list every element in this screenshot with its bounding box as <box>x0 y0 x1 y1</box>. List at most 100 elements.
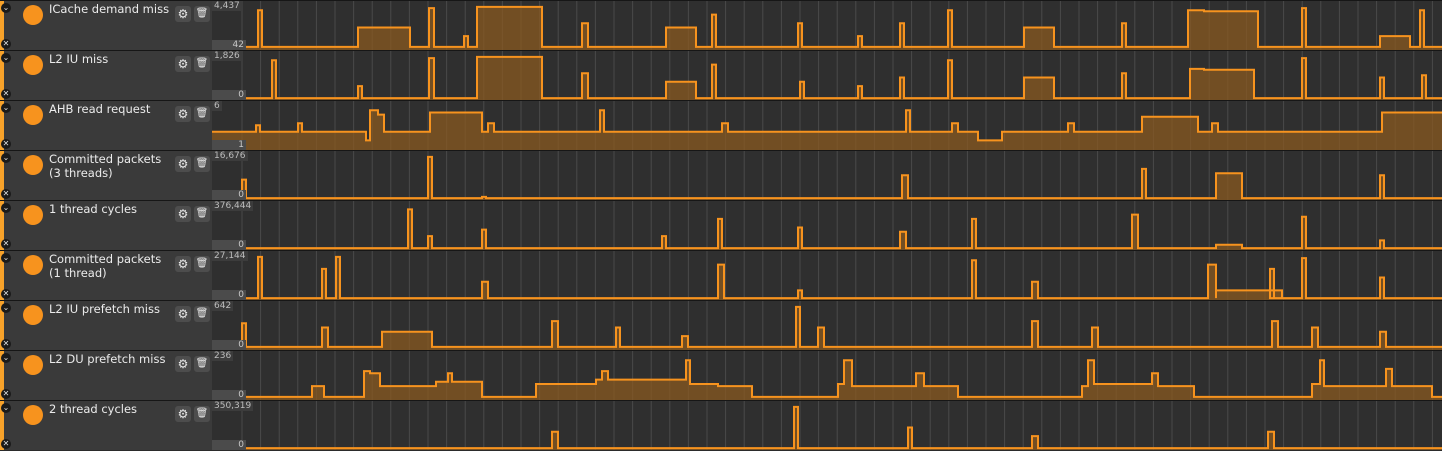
track-color-swatch[interactable] <box>23 255 43 275</box>
counter-line <box>212 155 1442 200</box>
track-color-swatch[interactable] <box>23 105 43 125</box>
counter-graph <box>212 151 1442 200</box>
trash-icon[interactable]: 🗑 <box>194 106 210 122</box>
track-color-swatch[interactable] <box>23 355 43 375</box>
chevron-down-icon[interactable]: ⌄ <box>1 3 11 13</box>
chevron-down-icon[interactable]: ⌄ <box>1 303 11 313</box>
track-header: ⌄ ✕ L2 IU miss ⚙ 🗑 <box>0 51 212 100</box>
counter-graph <box>212 1 1442 50</box>
counter-line <box>212 405 1442 450</box>
min-value-label: 0 <box>212 240 246 250</box>
min-value-label: 0 <box>212 290 246 300</box>
track-name: L2 DU prefetch miss <box>49 352 166 366</box>
counter-track: ⌄ ✕ AHB read request ⚙ 🗑 6 1 <box>0 100 1442 150</box>
counter-graph <box>212 101 1442 150</box>
chevron-down-icon[interactable]: ⌄ <box>1 103 11 113</box>
counter-plot[interactable]: 1,826 0 <box>212 51 1442 100</box>
close-icon[interactable]: ✕ <box>1 89 11 99</box>
counter-area <box>212 56 1442 100</box>
trash-icon[interactable]: 🗑 <box>194 306 210 322</box>
track-header: ⌄ ✕ L2 DU prefetch miss ⚙ 🗑 <box>0 351 212 400</box>
gear-icon[interactable]: ⚙ <box>175 306 191 322</box>
max-value-label: 376,444 <box>212 201 254 211</box>
max-value-label: 1,826 <box>212 51 242 61</box>
counter-track: ⌄ ✕ 2 thread cycles ⚙ 🗑 350,319 0 <box>0 400 1442 450</box>
counter-plot[interactable]: 350,319 0 <box>212 401 1442 450</box>
gear-icon[interactable]: ⚙ <box>175 206 191 222</box>
chevron-down-icon[interactable]: ⌄ <box>1 53 11 63</box>
close-icon[interactable]: ✕ <box>1 439 11 449</box>
chevron-down-icon[interactable]: ⌄ <box>1 203 11 213</box>
max-value-label: 6 <box>212 101 222 111</box>
track-color-swatch[interactable] <box>23 55 43 75</box>
chevron-down-icon[interactable]: ⌄ <box>1 353 11 363</box>
track-header: ⌄ ✕ AHB read request ⚙ 🗑 <box>0 101 212 150</box>
gear-icon[interactable]: ⚙ <box>175 6 191 22</box>
gear-icon[interactable]: ⚙ <box>175 156 191 172</box>
counter-plot[interactable]: 642 0 <box>212 301 1442 350</box>
counter-track: ⌄ ✕ 1 thread cycles ⚙ 🗑 376,444 0 <box>0 200 1442 250</box>
counter-area <box>212 156 1442 200</box>
chevron-down-icon[interactable]: ⌄ <box>1 403 11 413</box>
close-icon[interactable]: ✕ <box>1 39 11 49</box>
counter-track: ⌄ ✕ Committed packets (3 threads) ⚙ 🗑 16,676 0 <box>0 150 1442 200</box>
gear-icon[interactable]: ⚙ <box>175 356 191 372</box>
counter-plot[interactable]: 4,437 42 <box>212 1 1442 50</box>
counter-plot[interactable]: 61 <box>212 101 1442 150</box>
close-icon[interactable]: ✕ <box>1 389 11 399</box>
track-header: ⌄ ✕ ICache demand miss ⚙ 🗑 <box>0 1 212 50</box>
close-icon[interactable]: ✕ <box>1 289 11 299</box>
trash-icon[interactable]: 🗑 <box>194 206 210 222</box>
track-header: ⌄ ✕ L2 IU prefetch miss ⚙ 🗑 <box>0 301 212 350</box>
gear-icon[interactable]: ⚙ <box>175 406 191 422</box>
counter-graph <box>212 301 1442 350</box>
track-name: Committed packets (1 thread) <box>49 252 162 280</box>
counter-area <box>212 360 1442 400</box>
trash-icon[interactable]: 🗑 <box>194 6 210 22</box>
chevron-down-icon[interactable]: ⌄ <box>1 253 11 263</box>
track-name: 1 thread cycles <box>49 202 138 216</box>
track-name: Committed packets (3 threads) <box>49 152 162 180</box>
counter-area <box>212 406 1442 450</box>
trash-icon[interactable]: 🗑 <box>194 406 210 422</box>
trash-icon[interactable]: 🗑 <box>194 356 210 372</box>
close-icon[interactable]: ✕ <box>1 339 11 349</box>
counter-graph <box>212 351 1442 400</box>
counter-plot[interactable]: 376,444 0 <box>212 201 1442 250</box>
track-color-swatch[interactable] <box>23 205 43 225</box>
track-color-swatch[interactable] <box>23 5 43 25</box>
track-header: ⌄ ✕ Committed packets (3 threads) ⚙ 🗑 <box>0 151 212 200</box>
trash-icon[interactable]: 🗑 <box>194 156 210 172</box>
counter-graph <box>212 401 1442 450</box>
counter-track: ⌄ ✕ L2 IU miss ⚙ 🗑 1,826 0 <box>0 50 1442 100</box>
close-icon[interactable]: ✕ <box>1 239 11 249</box>
counter-graph <box>212 251 1442 300</box>
min-value-label: 0 <box>212 190 246 200</box>
close-icon[interactable]: ✕ <box>1 189 11 199</box>
min-value-label: 0 <box>212 340 246 350</box>
max-value-label: 16,676 <box>212 151 248 161</box>
counter-track: ⌄ ✕ Committed packets (1 thread) ⚙ 🗑 27,144 0 <box>0 250 1442 300</box>
track-color-swatch[interactable] <box>23 305 43 325</box>
track-name: 2 thread cycles <box>49 402 138 416</box>
chevron-down-icon[interactable]: ⌄ <box>1 153 11 163</box>
gear-icon[interactable]: ⚙ <box>175 56 191 72</box>
counter-plot[interactable]: 16,676 0 <box>212 151 1442 200</box>
min-value-label: 1 <box>212 140 246 150</box>
track-header: ⌄ ✕ 1 thread cycles ⚙ 🗑 <box>0 201 212 250</box>
counter-plot[interactable]: 27,144 0 <box>212 251 1442 300</box>
counter-graph <box>212 201 1442 250</box>
close-icon[interactable]: ✕ <box>1 139 11 149</box>
counter-plot[interactable]: 236 0 <box>212 351 1442 400</box>
counter-track-list: ⌄ ✕ ICache demand miss ⚙ 🗑 4,437 42 ⌄ ✕ L2 IU mis… <box>0 0 1442 451</box>
trash-icon[interactable]: 🗑 <box>194 256 210 272</box>
trash-icon[interactable]: 🗑 <box>194 56 210 72</box>
track-color-swatch[interactable] <box>23 155 43 175</box>
counter-graph <box>212 51 1442 100</box>
min-value-label: 0 <box>212 390 246 400</box>
counter-track: ⌄ ✕ ICache demand miss ⚙ 🗑 4,437 42 <box>0 0 1442 50</box>
counter-area <box>212 256 1442 300</box>
gear-icon[interactable]: ⚙ <box>175 256 191 272</box>
gear-icon[interactable]: ⚙ <box>175 106 191 122</box>
track-color-swatch[interactable] <box>23 405 43 425</box>
